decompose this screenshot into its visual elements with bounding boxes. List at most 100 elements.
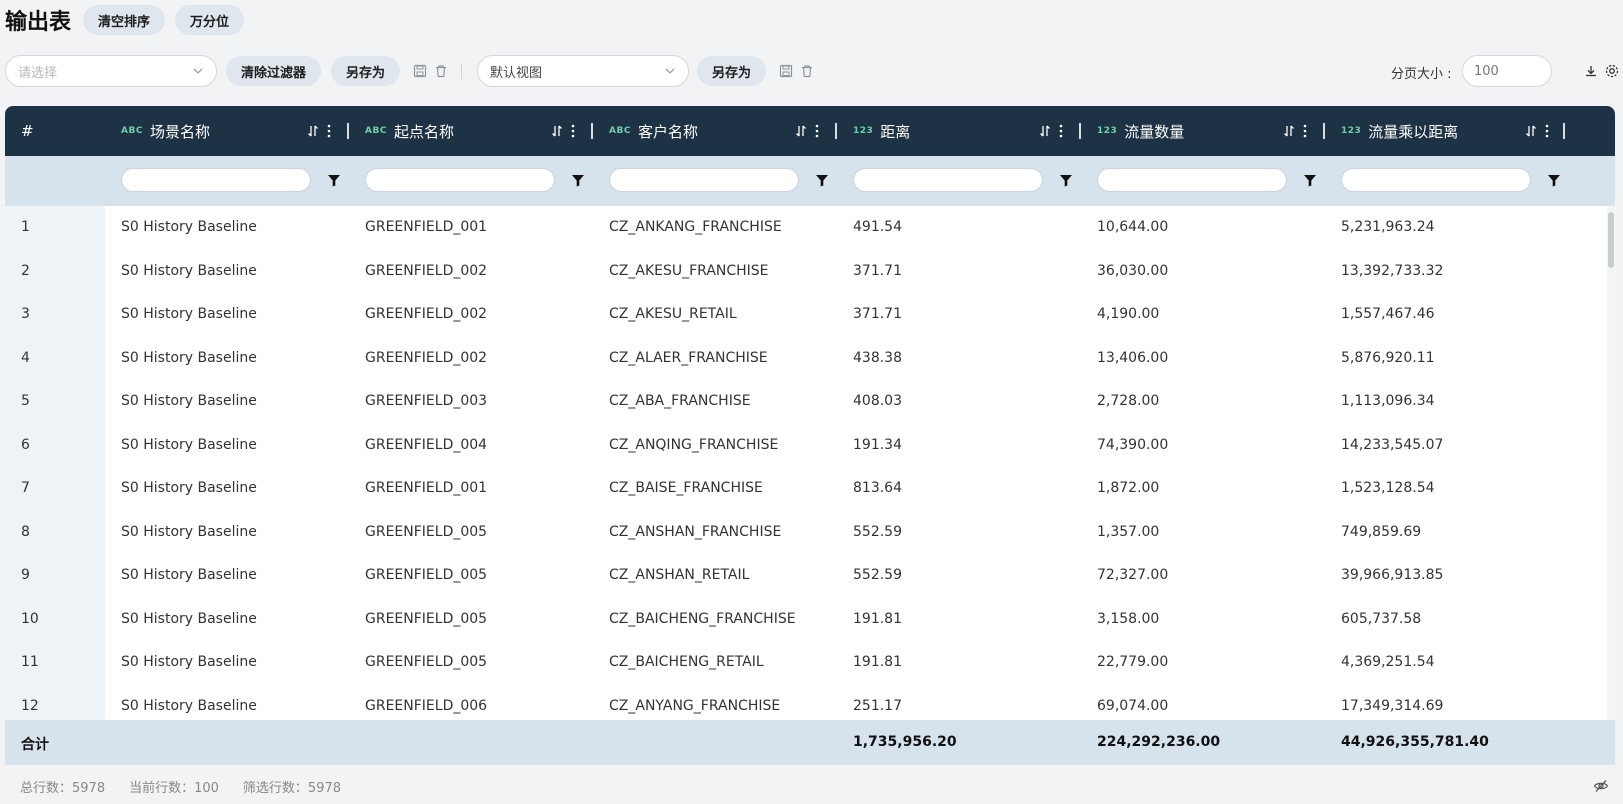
filter-icon[interactable]	[1547, 174, 1561, 187]
scenario-cell: S0 History Baseline	[121, 654, 257, 670]
column-resize-handle[interactable]	[1323, 123, 1325, 139]
column-header-customer[interactable]: ABC 客户名称	[609, 106, 849, 156]
column-resize-handle[interactable]	[835, 123, 837, 139]
column-header-label: 客户名称	[637, 122, 698, 141]
column-header-label: 场景名称	[149, 122, 210, 141]
sort-icon[interactable]	[551, 124, 563, 138]
column-filter-input[interactable]	[121, 168, 311, 192]
filter-icon[interactable]	[815, 174, 829, 187]
page-size-input[interactable]: 100	[1462, 55, 1552, 87]
scenario-cell: S0 History Baseline	[121, 219, 257, 235]
filter-icon[interactable]	[327, 174, 341, 187]
column-filter-input[interactable]	[609, 168, 799, 192]
column-filter-input[interactable]	[1097, 168, 1287, 192]
distance-cell: 191.81	[853, 654, 902, 670]
more-vertical-icon[interactable]	[327, 124, 331, 138]
sort-icon[interactable]	[307, 124, 319, 138]
scenario-cell: S0 History Baseline	[121, 349, 257, 366]
table-row[interactable]: 4 S0 History Baseline GREENFIELD_002 CZ_ALA…	[5, 337, 1615, 381]
distance-cell: 438.38	[853, 349, 902, 366]
customer-cell: CZ_BAISE_FRANCHISE	[609, 480, 763, 496]
origin-cell: GREENFIELD_005	[365, 567, 488, 583]
filter-select-placeholder: 请选择	[18, 65, 58, 81]
row-index-cell: 4	[21, 349, 30, 366]
flow-x-distance-cell: 749,859.69	[1341, 523, 1422, 540]
sort-icon[interactable]	[1039, 124, 1051, 138]
origin-cell: GREENFIELD_001	[365, 480, 488, 496]
trash-icon[interactable]	[799, 63, 815, 79]
table-row[interactable]: 11 S0 History Baseline GREENFIELD_005 CZ_BA…	[5, 641, 1615, 685]
flow-x-distance-cell: 14,233,545.07	[1341, 436, 1444, 453]
view-select[interactable]: 默认视图	[477, 55, 689, 87]
column-resize-handle[interactable]	[1079, 123, 1081, 139]
flow-x-distance-cell: 4,369,251.54	[1341, 654, 1435, 670]
table-row[interactable]: 2 S0 History Baseline GREENFIELD_002 CZ_AKE…	[5, 250, 1615, 294]
customer-cell: CZ_ANYANG_FRANCHISE	[609, 697, 781, 714]
save-as-filter-button[interactable]: 另存为	[331, 56, 401, 86]
eye-off-icon[interactable]	[1593, 778, 1609, 794]
filter-select[interactable]: 请选择	[5, 55, 217, 87]
column-filter-input[interactable]	[853, 168, 1043, 192]
row-index-cell: 3	[21, 306, 30, 322]
download-icon[interactable]	[1583, 63, 1599, 79]
column-resize-handle[interactable]	[1563, 123, 1565, 139]
column-header-flow-qty[interactable]: 123 流量数量	[1097, 106, 1337, 156]
save-icon[interactable]	[778, 63, 794, 79]
vertical-scrollbar[interactable]	[1607, 206, 1615, 720]
sort-icon[interactable]	[795, 124, 807, 138]
clear-filters-button[interactable]: 清除过滤器	[226, 56, 322, 86]
distance-cell: 191.34	[853, 436, 902, 453]
type-badge: 123	[853, 126, 874, 136]
per-ten-thousand-button[interactable]: 万分位	[175, 5, 245, 35]
table-row[interactable]: 9 S0 History Baseline GREENFIELD_005 CZ_ANS…	[5, 554, 1615, 598]
table-row[interactable]: 6 S0 History Baseline GREENFIELD_004 CZ_ANQ…	[5, 424, 1615, 468]
column-filter-input[interactable]	[365, 168, 555, 192]
filter-icon[interactable]	[1059, 174, 1073, 187]
more-vertical-icon[interactable]	[1059, 124, 1063, 138]
total-rows-count: 总行数：5978	[20, 781, 106, 796]
more-vertical-icon[interactable]	[571, 124, 575, 138]
flow-x-distance-cell: 17,349,314.69	[1341, 697, 1444, 714]
row-index-cell: 1	[21, 219, 30, 235]
column-header-distance[interactable]: 123 距离	[853, 106, 1093, 156]
more-vertical-icon[interactable]	[815, 124, 819, 138]
origin-cell: GREENFIELD_005	[365, 523, 488, 540]
sort-icon[interactable]	[1283, 124, 1295, 138]
column-resize-handle[interactable]	[347, 123, 349, 139]
filter-icon[interactable]	[1303, 174, 1317, 187]
flow-x-distance-cell: 5,876,920.11	[1341, 349, 1435, 366]
row-index-cell: 2	[21, 262, 30, 279]
customer-cell: CZ_ALAER_FRANCHISE	[609, 349, 768, 366]
table-row[interactable]: 8 S0 History Baseline GREENFIELD_005 CZ_ANS…	[5, 511, 1615, 555]
column-header-index[interactable]: #	[21, 106, 34, 156]
type-badge: ABC	[121, 126, 143, 136]
trash-icon[interactable]	[433, 63, 449, 79]
save-as-view-button[interactable]: 另存为	[697, 56, 767, 86]
totals-row: 合计 1,735,956.20 224,292,236.00 44,926,35…	[5, 720, 1615, 765]
table-row[interactable]: 10 S0 History Baseline GREENFIELD_005 CZ_BA…	[5, 598, 1615, 642]
table-row[interactable]: 7 S0 History Baseline GREENFIELD_001 CZ_BAI…	[5, 467, 1615, 511]
more-vertical-icon[interactable]	[1303, 124, 1307, 138]
scenario-cell: S0 History Baseline	[121, 523, 257, 540]
flow-qty-cell: 1,872.00	[1097, 480, 1160, 496]
save-icon[interactable]	[412, 63, 428, 79]
column-resize-handle[interactable]	[591, 123, 593, 139]
column-header-origin[interactable]: ABC 起点名称	[365, 106, 605, 156]
more-vertical-icon[interactable]	[1545, 124, 1549, 138]
column-header-scenario[interactable]: ABC 场景名称	[121, 106, 361, 156]
flow-x-distance-cell: 1,113,096.34	[1341, 393, 1435, 409]
flow-qty-cell: 69,074.00	[1097, 697, 1169, 714]
table-row[interactable]: 1 S0 History Baseline GREENFIELD_001 CZ_ANK…	[5, 206, 1615, 250]
distance-cell: 191.81	[853, 610, 902, 627]
settings-icon[interactable]	[1604, 63, 1620, 79]
status-bar: 总行数：5978 当前行数：100 筛选行数：5978	[20, 777, 341, 796]
customer-cell: CZ_ANKANG_FRANCHISE	[609, 219, 782, 235]
column-header-flow-x-distance[interactable]: 123 流量乘以距离	[1341, 106, 1581, 156]
clear-sort-button[interactable]: 清空排序	[83, 5, 166, 35]
sort-icon[interactable]	[1525, 124, 1537, 138]
table-row[interactable]: 3 S0 History Baseline GREENFIELD_002 CZ_AKE…	[5, 293, 1615, 337]
scrollbar-thumb[interactable]	[1608, 212, 1614, 268]
column-filter-input[interactable]	[1341, 168, 1531, 192]
filter-icon[interactable]	[571, 174, 585, 187]
table-row[interactable]: 5 S0 History Baseline GREENFIELD_003 CZ_ABA…	[5, 380, 1615, 424]
